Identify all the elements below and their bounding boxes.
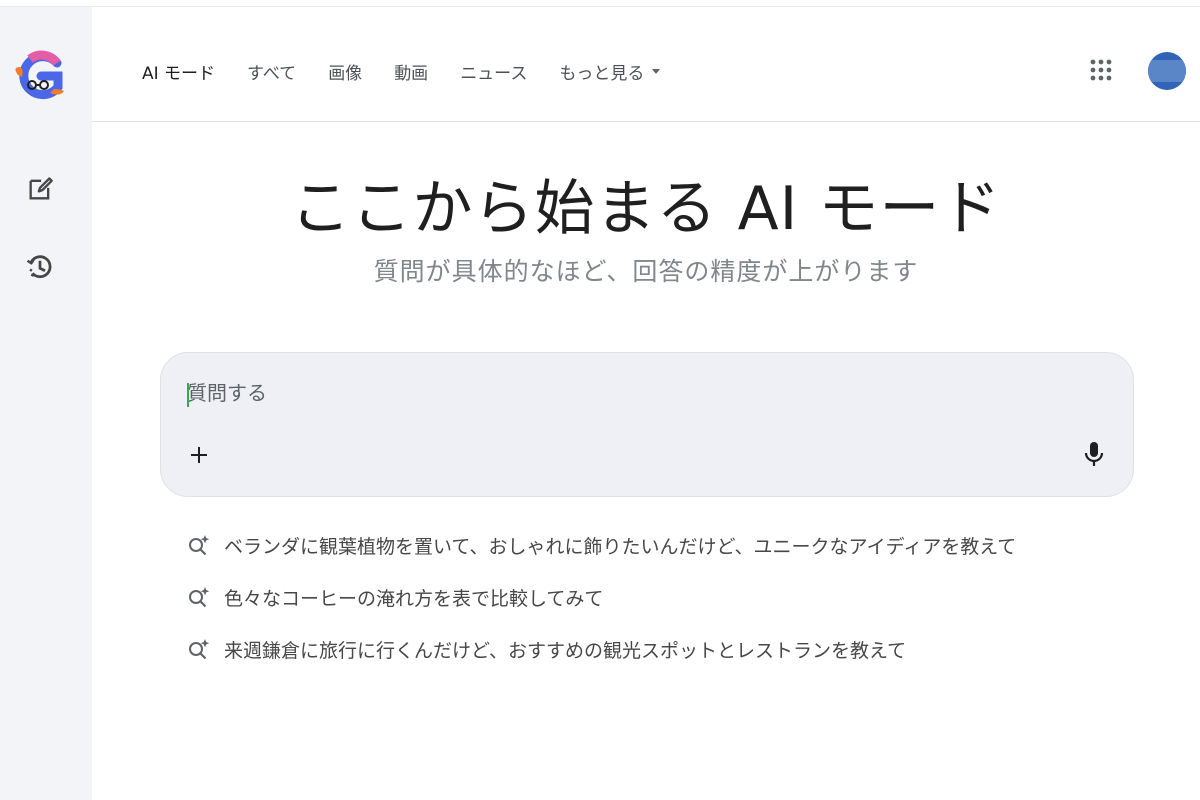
suggestion-item[interactable]: 来週鎌倉に旅行に行くんだけど、おすすめの観光スポットとレストランを教えて (186, 634, 1126, 664)
search-box (160, 352, 1134, 497)
history-icon[interactable] (22, 249, 58, 285)
suggestion-text: 来週鎌倉に旅行に行くんだけど、おすすめの観光スポットとレストランを教えて (224, 639, 907, 662)
suggestion-item[interactable]: ベランダに観葉植物を置いて、おしゃれに飾りたいんだけど、ユニークなアイディアを教… (186, 530, 1126, 560)
caret-down-icon (652, 69, 661, 74)
tab-images[interactable]: 画像 (328, 59, 362, 84)
tab-videos[interactable]: 動画 (394, 59, 428, 84)
tab-all[interactable]: すべて (247, 59, 296, 84)
suggestion-list: ベランダに観葉植物を置いて、おしゃれに飾りたいんだけど、ユニークなアイディアを教… (186, 530, 1126, 686)
suggestion-item[interactable]: 色々なコーヒーの淹れ方を表で比較してみて (186, 582, 1126, 612)
top-nav: AI モード すべて 画像 動画 ニュース もっと見る (142, 59, 692, 84)
edit-icon[interactable] (22, 171, 58, 207)
plus-icon[interactable] (185, 441, 213, 469)
avatar[interactable] (1148, 52, 1186, 90)
search-sparkle-icon (189, 587, 210, 608)
sidebar (0, 7, 92, 800)
window-top-strip (0, 0, 1200, 7)
search-input[interactable] (187, 375, 1067, 411)
page-subtitle: 質問が具体的なほど、回答の精度が上がります (373, 257, 919, 286)
apps-grid-icon[interactable] (1088, 57, 1114, 83)
header: AI モード すべて 画像 動画 ニュース もっと見る (92, 7, 1200, 122)
search-sparkle-icon (189, 639, 210, 660)
page-title: ここから始まる AI モード (290, 174, 1002, 244)
more-menu-label: もっと見る (559, 64, 645, 84)
mic-icon[interactable] (1079, 439, 1109, 471)
tab-ai-mode[interactable]: AI モード (142, 59, 215, 84)
search-sparkle-icon (189, 535, 210, 556)
suggestion-text: 色々なコーヒーの淹れ方を表で比較してみて (224, 587, 604, 610)
text-cursor (187, 383, 189, 407)
suggestion-text: ベランダに観葉植物を置いて、おしゃれに飾りたいんだけど、ユニークなアイディアを教… (224, 535, 1017, 558)
tab-news[interactable]: ニュース (460, 59, 527, 84)
google-g-logo-icon[interactable] (10, 47, 70, 107)
more-menu-button[interactable]: もっと見る (559, 59, 661, 84)
